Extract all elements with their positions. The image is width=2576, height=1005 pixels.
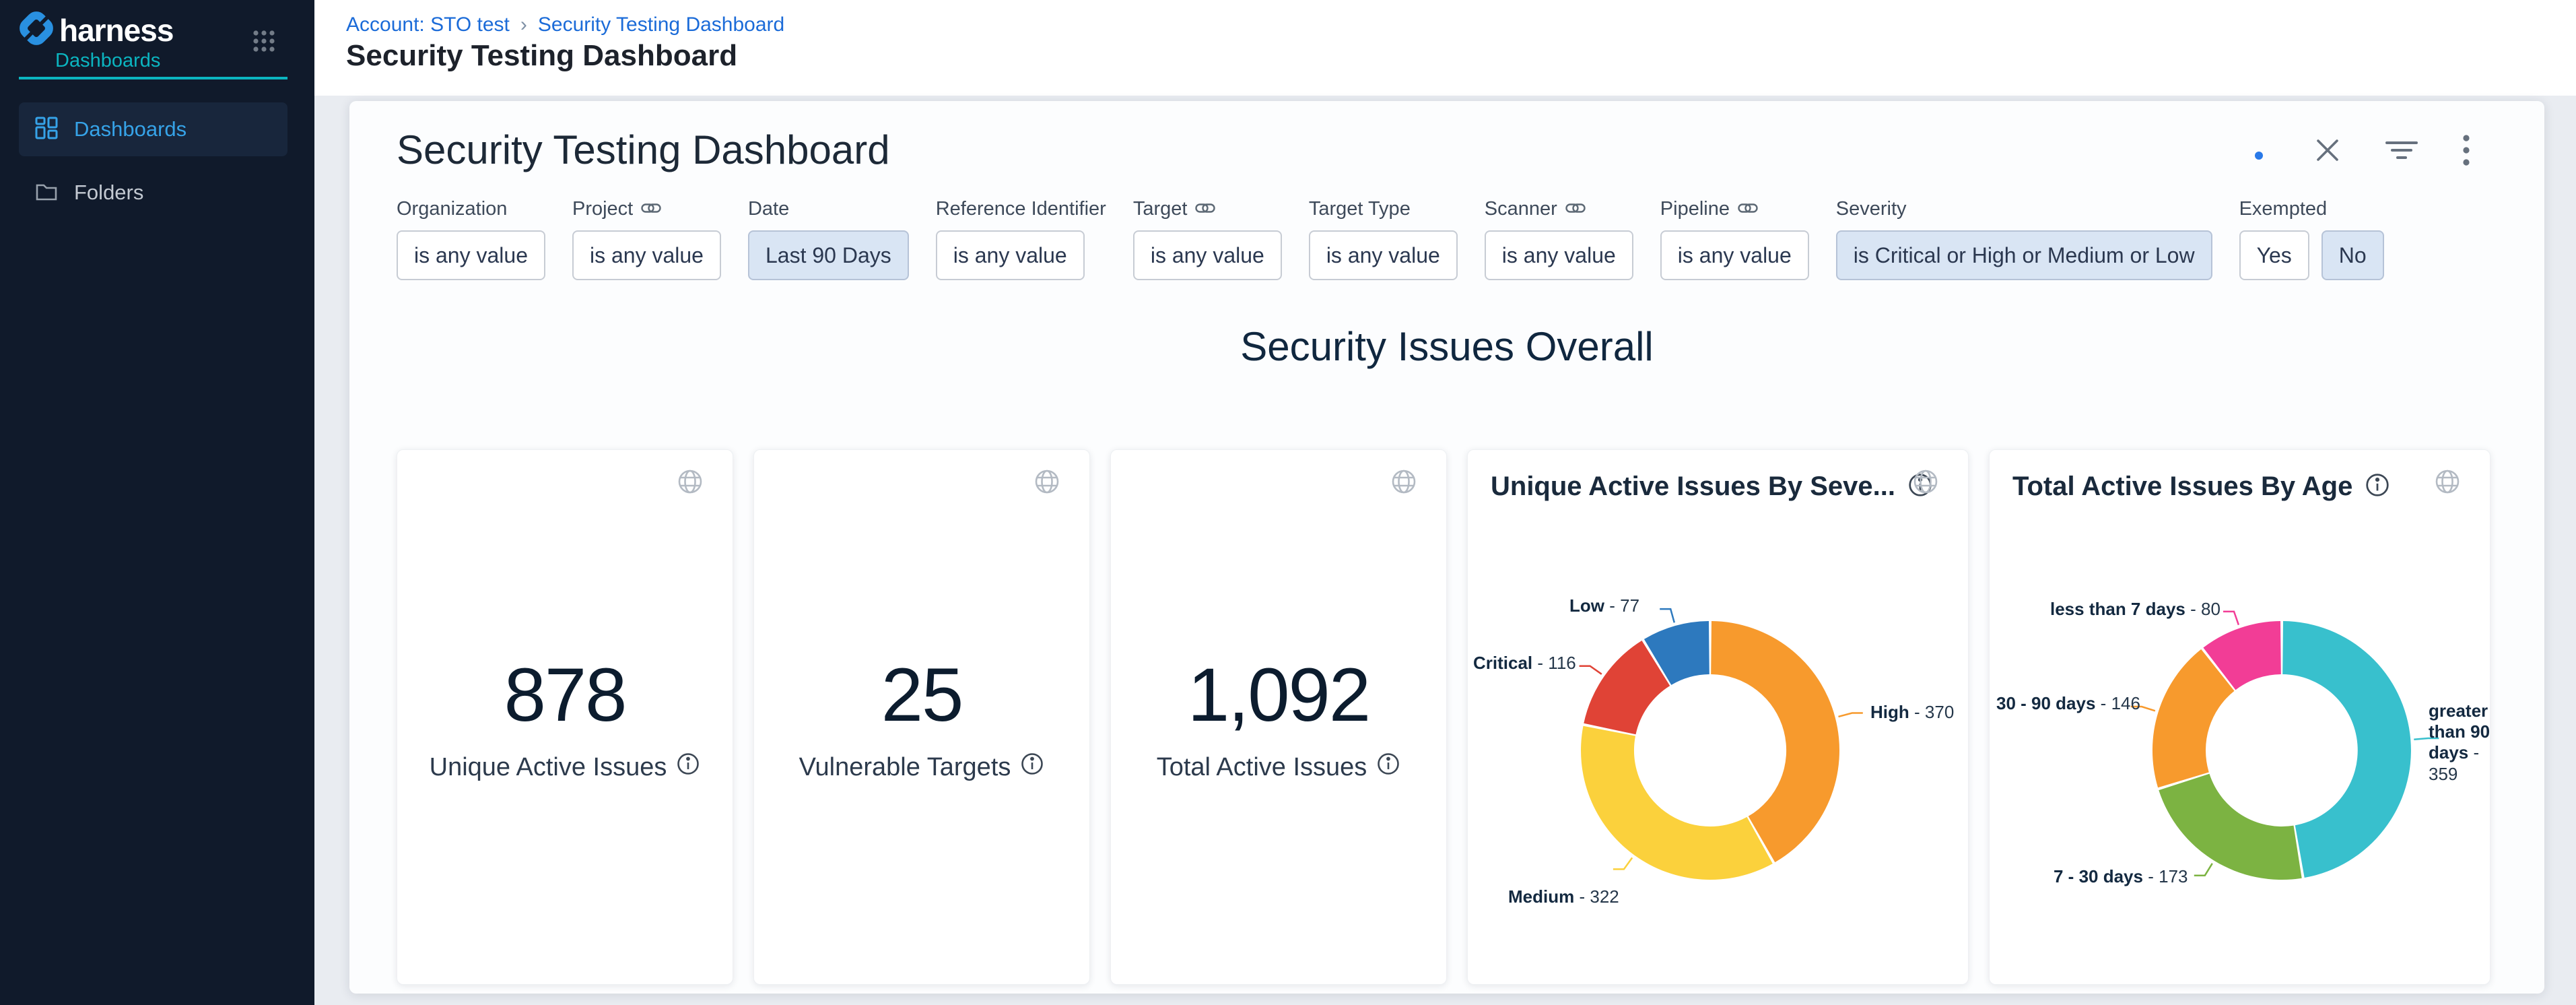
kebab-menu-icon[interactable] — [2462, 134, 2470, 166]
sidebar-module-label: Dashboards — [55, 50, 160, 72]
filter-date-value[interactable]: Last 90 Days — [748, 230, 909, 280]
filter-exempted-yes-button[interactable]: Yes — [2239, 230, 2309, 280]
filter-label: Date — [748, 198, 789, 220]
sidebar: harness Dashboards Dashboards — [0, 0, 314, 1005]
segment-label-greater-than-90-days: greater than 90 days - 359 — [2429, 701, 2504, 785]
filter-label: Exempted — [2239, 198, 2328, 220]
dashboards-grid-icon — [35, 117, 58, 143]
filter-label: Reference Identifier — [936, 198, 1106, 220]
sidebar-item-folders[interactable]: Folders — [19, 166, 287, 220]
filter-label: Pipeline — [1660, 198, 1730, 220]
sidebar-item-label: Folders — [74, 181, 143, 205]
dashboard-panel: Security Testing Dashboard Organization … — [349, 101, 2544, 994]
filter-scanner: Scanner is any value — [1485, 197, 1633, 280]
info-icon[interactable] — [1376, 752, 1400, 783]
globe-icon — [676, 467, 704, 499]
donut-chart-age[interactable] — [1990, 450, 2491, 985]
page-title: Security Testing Dashboard — [346, 39, 737, 73]
section-title: Security Issues Overall — [349, 323, 2544, 370]
filter-target-value[interactable]: is any value — [1133, 230, 1282, 280]
filter-pipeline: Pipeline is any value — [1660, 197, 1809, 280]
stat-value: 25 — [881, 651, 963, 738]
segment-label-less-than-7-days: less than 7 days - 80 — [2050, 599, 2221, 620]
sidebar-nav: Dashboards Folders — [19, 102, 287, 220]
globe-icon — [1033, 467, 1061, 499]
filter-reference-identifier: Reference Identifier is any value — [936, 197, 1106, 280]
filter-target-type: Target Type is any value — [1309, 197, 1458, 280]
filter-exempted: Exempted Yes No — [2239, 197, 2384, 280]
filter-project: Project is any value — [572, 197, 721, 280]
stat-card-total-active-issues: 1,092 Total Active Issues — [1110, 449, 1447, 985]
filter-label: Project — [572, 198, 633, 220]
filter-target: Target is any value — [1133, 197, 1282, 280]
filter-organization-value[interactable]: is any value — [397, 230, 545, 280]
stat-value: 1,092 — [1188, 651, 1369, 738]
chart-card-unique-active-issues-by-severity: Unique Active Issues By Seve... Low - 77… — [1467, 449, 1969, 985]
folder-icon — [35, 180, 58, 206]
info-icon[interactable] — [1020, 752, 1044, 783]
link-icon — [641, 198, 661, 220]
segment-label-critical: Critical - 116 — [1473, 653, 1576, 674]
segment-label-7-30-days: 7 - 30 days - 173 — [2054, 866, 2188, 887]
filter-pipeline-value[interactable]: is any value — [1660, 230, 1809, 280]
cards-row: 878 Unique Active Issues 25 Vulnerable T… — [349, 449, 2544, 985]
segment-label-high: High - 370 — [1870, 702, 1954, 723]
harness-logo-icon — [19, 11, 54, 49]
filter-project-value[interactable]: is any value — [572, 230, 721, 280]
filter-scanner-value[interactable]: is any value — [1485, 230, 1633, 280]
panel-actions — [2314, 134, 2470, 166]
link-icon — [1738, 198, 1758, 220]
filter-date: Date Last 90 Days — [748, 197, 909, 280]
stat-label: Vulnerable Targets — [799, 753, 1011, 782]
sidebar-item-label: Dashboards — [74, 117, 187, 141]
breadcrumb-separator: › — [520, 13, 527, 36]
stat-card-vulnerable-targets: 25 Vulnerable Targets — [753, 449, 1090, 985]
filter-reference-identifier-value[interactable]: is any value — [936, 230, 1085, 280]
stat-card-unique-active-issues: 878 Unique Active Issues — [397, 449, 733, 985]
filter-severity: Severity is Critical or High or Medium o… — [1836, 197, 2212, 280]
filter-organization: Organization is any value — [397, 197, 545, 280]
segment-label-medium: Medium - 322 — [1508, 886, 1619, 907]
link-icon — [1565, 198, 1586, 220]
link-icon — [1195, 198, 1215, 220]
harness-logo-text: harness — [59, 12, 173, 48]
stat-value: 878 — [504, 651, 626, 738]
filter-label: Target — [1133, 198, 1188, 220]
globe-icon — [1390, 467, 1418, 499]
stat-label: Total Active Issues — [1157, 753, 1367, 782]
filter-exempted-no-button[interactable]: No — [2321, 230, 2384, 280]
close-icon[interactable] — [2314, 137, 2341, 164]
filter-label: Target Type — [1309, 198, 1411, 220]
filter-label: Organization — [397, 198, 507, 220]
dashboard-title: Security Testing Dashboard — [397, 127, 890, 173]
filter-icon[interactable] — [2385, 137, 2418, 164]
filter-bar: Organization is any value Project is any… — [349, 173, 2544, 280]
breadcrumb: Account: STO test › Security Testing Das… — [346, 13, 784, 36]
filter-target-type-value[interactable]: is any value — [1309, 230, 1458, 280]
sidebar-item-dashboards[interactable]: Dashboards — [19, 102, 287, 156]
panel-header: Security Testing Dashboard — [349, 101, 2544, 173]
filter-label: Severity — [1836, 198, 1907, 220]
stat-label: Unique Active Issues — [430, 753, 667, 782]
cursor-dot — [2255, 152, 2263, 160]
sidebar-divider — [19, 77, 287, 79]
breadcrumb-account-link[interactable]: Account: STO test — [346, 13, 510, 36]
chart-card-total-active-issues-by-age: Total Active Issues By Age less than 7 d… — [1989, 449, 2490, 985]
filter-label: Scanner — [1485, 198, 1557, 220]
harness-logo: harness — [19, 11, 173, 49]
filter-severity-value[interactable]: is Critical or High or Medium or Low — [1836, 230, 2212, 280]
info-icon[interactable] — [676, 752, 700, 783]
breadcrumb-page-link[interactable]: Security Testing Dashboard — [538, 13, 784, 36]
module-grid-icon[interactable] — [252, 30, 275, 56]
topbar: Account: STO test › Security Testing Das… — [314, 0, 2576, 96]
segment-label-30-90-days: 30 - 90 days - 146 — [1996, 693, 2140, 714]
segment-label-low: Low - 77 — [1569, 595, 1639, 616]
